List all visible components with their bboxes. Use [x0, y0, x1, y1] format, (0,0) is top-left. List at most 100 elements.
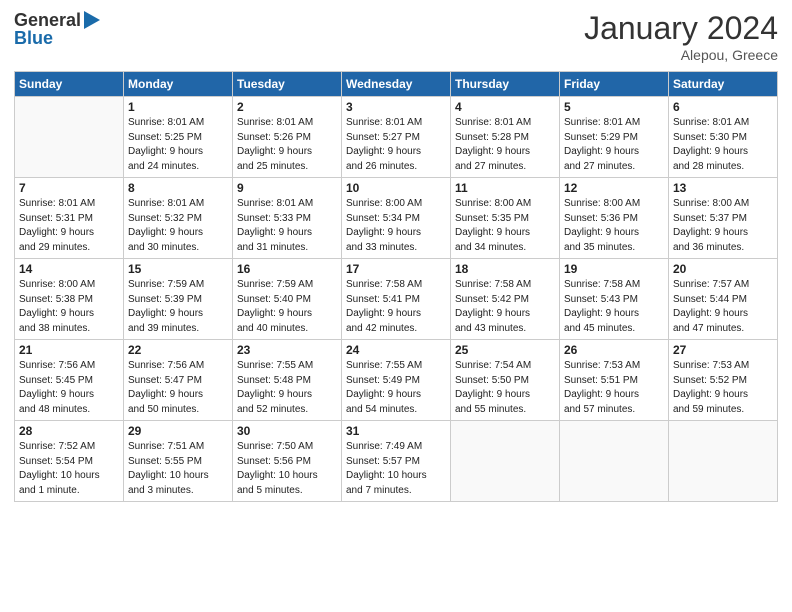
day-number: 25: [455, 343, 555, 357]
day-number: 3: [346, 100, 446, 114]
calendar-cell: 4Sunrise: 8:01 AMSunset: 5:28 PMDaylight…: [451, 97, 560, 178]
weekday-header: Sunday: [15, 72, 124, 97]
day-info: Sunrise: 8:01 AMSunset: 5:28 PMDaylight:…: [455, 116, 555, 174]
logo-blue: Blue: [14, 28, 53, 49]
day-number: 2: [237, 100, 337, 114]
calendar-cell: 28Sunrise: 7:52 AMSunset: 5:54 PMDayligh…: [15, 421, 124, 502]
day-info: Sunrise: 7:56 AMSunset: 5:47 PMDaylight:…: [128, 359, 228, 417]
day-info: Sunrise: 8:01 AMSunset: 5:27 PMDaylight:…: [346, 116, 446, 174]
calendar-cell: 22 Sunrise: 7:56 AMSunset: 5:47 PMDayligh…: [124, 340, 233, 421]
calendar-cell: 11 Sunrise: 8:00 AMSunset: 5:35 PMDayligh…: [451, 178, 560, 259]
month-year: January 2024: [584, 10, 778, 47]
weekday-header: Tuesday: [233, 72, 342, 97]
day-info: Sunrise: 8:01 AMSunset: 5:31 PMDaylight:…: [19, 197, 119, 255]
day-info: Sunrise: 8:01 AMSunset: 5:29 PMDaylight:…: [564, 116, 664, 174]
calendar-cell: 15Sunrise: 7:59 AMSunset: 5:39 PMDayligh…: [124, 259, 233, 340]
day-number: 9: [237, 181, 337, 195]
day-number: 10: [346, 181, 446, 195]
calendar: SundayMondayTuesdayWednesdayThursdayFrid…: [14, 71, 778, 502]
day-info: Sunrise: 8:00 AMSunset: 5:35 PMDaylight:…: [455, 197, 555, 255]
calendar-cell: 2 Sunrise: 8:01 AMSunset: 5:26 PMDaylight…: [233, 97, 342, 178]
day-number: 22: [128, 343, 228, 357]
calendar-cell: 31 Sunrise: 7:49 AMSunset: 5:57 PMDayligh…: [342, 421, 451, 502]
day-info: Sunrise: 7:53 AMSunset: 5:51 PMDaylight:…: [564, 359, 664, 417]
page: General Blue January 2024 Alepou, Greece…: [0, 0, 792, 612]
logo-triangle-icon: [84, 11, 100, 29]
week-row: 14 Sunrise: 8:00 AMSunset: 5:38 PMDayligh…: [15, 259, 778, 340]
day-number: 21: [19, 343, 119, 357]
calendar-cell: 25 Sunrise: 7:54 AMSunset: 5:50 PMDayligh…: [451, 340, 560, 421]
calendar-cell: [669, 421, 778, 502]
day-number: 11: [455, 181, 555, 195]
day-info: Sunrise: 7:55 AMSunset: 5:48 PMDaylight:…: [237, 359, 337, 417]
weekday-header: Wednesday: [342, 72, 451, 97]
day-number: 28: [19, 424, 119, 438]
calendar-cell: 26 Sunrise: 7:53 AMSunset: 5:51 PMDayligh…: [560, 340, 669, 421]
calendar-cell: 8Sunrise: 8:01 AMSunset: 5:32 PMDaylight…: [124, 178, 233, 259]
day-info: Sunrise: 8:00 AMSunset: 5:37 PMDaylight:…: [673, 197, 773, 255]
logo: General Blue: [14, 10, 100, 49]
day-number: 13: [673, 181, 773, 195]
week-row: 7 Sunrise: 8:01 AMSunset: 5:31 PMDaylight…: [15, 178, 778, 259]
day-number: 16: [237, 262, 337, 276]
day-number: 30: [237, 424, 337, 438]
calendar-cell: 9 Sunrise: 8:01 AMSunset: 5:33 PMDaylight…: [233, 178, 342, 259]
day-number: 31: [346, 424, 446, 438]
day-info: Sunrise: 8:00 AMSunset: 5:38 PMDaylight:…: [19, 278, 119, 336]
calendar-cell: 16 Sunrise: 7:59 AMSunset: 5:40 PMDayligh…: [233, 259, 342, 340]
weekday-header: Friday: [560, 72, 669, 97]
calendar-cell: 14 Sunrise: 8:00 AMSunset: 5:38 PMDayligh…: [15, 259, 124, 340]
day-number: 23: [237, 343, 337, 357]
calendar-cell: 7 Sunrise: 8:01 AMSunset: 5:31 PMDaylight…: [15, 178, 124, 259]
day-info: Sunrise: 7:50 AMSunset: 5:56 PMDaylight:…: [237, 440, 337, 498]
day-info: Sunrise: 7:59 AMSunset: 5:39 PMDaylight:…: [128, 278, 228, 336]
calendar-cell: 30 Sunrise: 7:50 AMSunset: 5:56 PMDayligh…: [233, 421, 342, 502]
calendar-cell: 24 Sunrise: 7:55 AMSunset: 5:49 PMDayligh…: [342, 340, 451, 421]
day-number: 7: [19, 181, 119, 195]
day-info: Sunrise: 7:58 AMSunset: 5:43 PMDaylight:…: [564, 278, 664, 336]
location: Alepou, Greece: [584, 47, 778, 63]
calendar-cell: 3 Sunrise: 8:01 AMSunset: 5:27 PMDaylight…: [342, 97, 451, 178]
day-info: Sunrise: 8:01 AMSunset: 5:32 PMDaylight:…: [128, 197, 228, 255]
calendar-cell: 21Sunrise: 7:56 AMSunset: 5:45 PMDayligh…: [15, 340, 124, 421]
week-row: 21Sunrise: 7:56 AMSunset: 5:45 PMDayligh…: [15, 340, 778, 421]
day-info: Sunrise: 7:59 AMSunset: 5:40 PMDaylight:…: [237, 278, 337, 336]
day-info: Sunrise: 7:55 AMSunset: 5:49 PMDaylight:…: [346, 359, 446, 417]
title-block: January 2024 Alepou, Greece: [584, 10, 778, 63]
day-number: 29: [128, 424, 228, 438]
day-info: Sunrise: 8:01 AMSunset: 5:26 PMDaylight:…: [237, 116, 337, 174]
calendar-cell: 13 Sunrise: 8:00 AMSunset: 5:37 PMDayligh…: [669, 178, 778, 259]
day-info: Sunrise: 8:00 AMSunset: 5:34 PMDaylight:…: [346, 197, 446, 255]
calendar-cell: 6 Sunrise: 8:01 AMSunset: 5:30 PMDaylight…: [669, 97, 778, 178]
calendar-cell: 1 Sunrise: 8:01 AMSunset: 5:25 PMDaylight…: [124, 97, 233, 178]
day-info: Sunrise: 8:01 AMSunset: 5:33 PMDaylight:…: [237, 197, 337, 255]
calendar-cell: [451, 421, 560, 502]
day-info: Sunrise: 7:57 AMSunset: 5:44 PMDaylight:…: [673, 278, 773, 336]
calendar-cell: [15, 97, 124, 178]
calendar-cell: 17Sunrise: 7:58 AMSunset: 5:41 PMDayligh…: [342, 259, 451, 340]
day-info: Sunrise: 7:53 AMSunset: 5:52 PMDaylight:…: [673, 359, 773, 417]
day-number: 27: [673, 343, 773, 357]
day-number: 26: [564, 343, 664, 357]
day-info: Sunrise: 7:49 AMSunset: 5:57 PMDaylight:…: [346, 440, 446, 498]
day-info: Sunrise: 8:01 AMSunset: 5:25 PMDaylight:…: [128, 116, 228, 174]
calendar-cell: 5 Sunrise: 8:01 AMSunset: 5:29 PMDaylight…: [560, 97, 669, 178]
calendar-cell: 29 Sunrise: 7:51 AMSunset: 5:55 PMDayligh…: [124, 421, 233, 502]
calendar-cell: 23 Sunrise: 7:55 AMSunset: 5:48 PMDayligh…: [233, 340, 342, 421]
day-info: Sunrise: 7:54 AMSunset: 5:50 PMDaylight:…: [455, 359, 555, 417]
day-number: 24: [346, 343, 446, 357]
day-number: 6: [673, 100, 773, 114]
weekday-header: Monday: [124, 72, 233, 97]
day-number: 14: [19, 262, 119, 276]
day-number: 17: [346, 262, 446, 276]
day-info: Sunrise: 8:00 AMSunset: 5:36 PMDaylight:…: [564, 197, 664, 255]
day-info: Sunrise: 7:58 AMSunset: 5:42 PMDaylight:…: [455, 278, 555, 336]
calendar-cell: 20Sunrise: 7:57 AMSunset: 5:44 PMDayligh…: [669, 259, 778, 340]
day-info: Sunrise: 8:01 AMSunset: 5:30 PMDaylight:…: [673, 116, 773, 174]
day-number: 5: [564, 100, 664, 114]
day-number: 12: [564, 181, 664, 195]
day-number: 1: [128, 100, 228, 114]
weekday-header: Saturday: [669, 72, 778, 97]
calendar-cell: 27 Sunrise: 7:53 AMSunset: 5:52 PMDayligh…: [669, 340, 778, 421]
day-info: Sunrise: 7:51 AMSunset: 5:55 PMDaylight:…: [128, 440, 228, 498]
